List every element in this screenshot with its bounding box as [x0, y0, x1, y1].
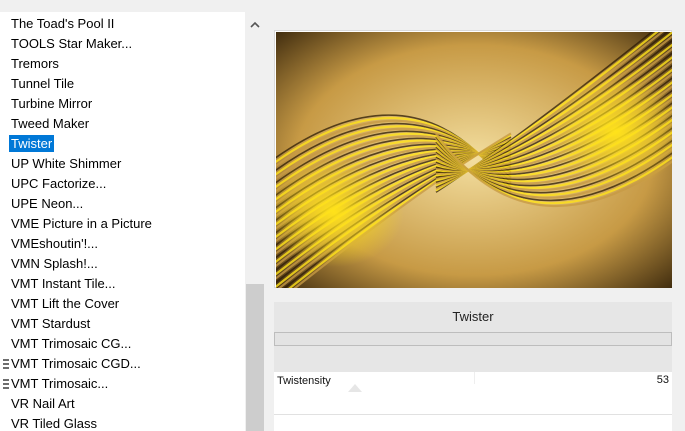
filter-item[interactable]: VMN Splash!...: [0, 254, 245, 274]
parameter-caret: [348, 384, 362, 392]
filter-item-label: Tremors: [11, 56, 59, 71]
parameter-rule: [274, 414, 672, 415]
filter-item-label: The Toad's Pool II: [11, 16, 115, 31]
filter-item[interactable]: VR Nail Art: [0, 394, 245, 414]
scroll-up-button[interactable]: [245, 12, 265, 36]
filter-item[interactable]: VMT Trimosaic CGD...: [0, 354, 245, 374]
filter-item-label: UPE Neon...: [11, 196, 84, 211]
filter-item[interactable]: Twister: [0, 134, 245, 154]
filter-item-label: VMT Trimosaic...: [11, 376, 109, 391]
filter-item-label: VMN Splash!...: [11, 256, 98, 271]
parameter-divider: [474, 372, 475, 384]
parameter-row-twistensity[interactable]: Twistensity 53: [274, 372, 672, 394]
parameters-panel: Twister Twistensity 53: [274, 302, 672, 431]
filter-item[interactable]: UPC Factorize...: [0, 174, 245, 194]
filter-item[interactable]: VMT Trimosaic CG...: [0, 334, 245, 354]
filter-item-label: VMT Stardust: [11, 316, 91, 331]
grip-icon: [3, 379, 9, 389]
parameter-track[interactable]: [274, 332, 672, 346]
filter-item[interactable]: VR Tiled Glass: [0, 414, 245, 431]
grip-icon: [3, 359, 9, 369]
filter-title: Twister: [274, 302, 672, 332]
filter-item[interactable]: UPE Neon...: [0, 194, 245, 214]
filter-item[interactable]: TOOLS Star Maker...: [0, 34, 245, 54]
filter-item[interactable]: VMEshoutin'!...: [0, 234, 245, 254]
filter-item[interactable]: The Toad's Pool II: [0, 14, 245, 34]
filter-item[interactable]: Tunnel Tile: [0, 74, 245, 94]
filter-item-label: VMT Lift the Cover: [11, 296, 120, 311]
scrollbar-thumb[interactable]: [246, 284, 264, 431]
filter-item-label: VMEshoutin'!...: [11, 236, 99, 251]
filter-item-label: UPC Factorize...: [11, 176, 107, 191]
filter-item-label: UP White Shimmer: [11, 156, 122, 171]
filter-item[interactable]: UP White Shimmer: [0, 154, 245, 174]
preview-frame: [274, 30, 672, 288]
filter-item[interactable]: VME Picture in a Picture: [0, 214, 245, 234]
filter-item[interactable]: Tremors: [0, 54, 245, 74]
filter-item-label: Twister: [9, 135, 55, 152]
filter-item[interactable]: VMT Trimosaic...: [0, 374, 245, 394]
filter-item-label: VME Picture in a Picture: [11, 216, 152, 231]
filter-item-label: VR Nail Art: [11, 396, 75, 411]
filter-item[interactable]: VMT Instant Tile...: [0, 274, 245, 294]
filter-item[interactable]: VMT Lift the Cover: [0, 294, 245, 314]
filter-item-label: VR Tiled Glass: [11, 416, 97, 431]
filter-item[interactable]: Turbine Mirror: [0, 94, 245, 114]
filter-list[interactable]: The Toad's Pool II TOOLS Star Maker... Tre…: [0, 12, 265, 431]
filter-item-label: Tunnel Tile: [11, 76, 75, 91]
parameter-value[interactable]: 53: [657, 374, 669, 386]
filter-item-label: Turbine Mirror: [11, 96, 93, 111]
filter-item-label: Tweed Maker: [11, 116, 90, 131]
parameter-band: [274, 346, 672, 372]
filter-item-label: VMT Trimosaic CG...: [11, 336, 132, 351]
filter-item-label: VMT Instant Tile...: [11, 276, 116, 291]
filter-item[interactable]: Tweed Maker: [0, 114, 245, 134]
filter-item-label: TOOLS Star Maker...: [11, 36, 133, 51]
filter-items: The Toad's Pool II TOOLS Star Maker... Tre…: [0, 14, 245, 431]
parameter-name: Twistensity: [277, 375, 331, 387]
parameter-empty-area: [274, 394, 672, 431]
preview-image: [276, 32, 672, 288]
filter-item-label: VMT Trimosaic CGD...: [11, 356, 141, 371]
filter-item[interactable]: VMT Stardust: [0, 314, 245, 334]
chevron-up-icon: [250, 21, 260, 28]
right-panel: Twister Twistensity 53: [268, 0, 685, 431]
vertical-scrollbar[interactable]: [245, 12, 265, 431]
